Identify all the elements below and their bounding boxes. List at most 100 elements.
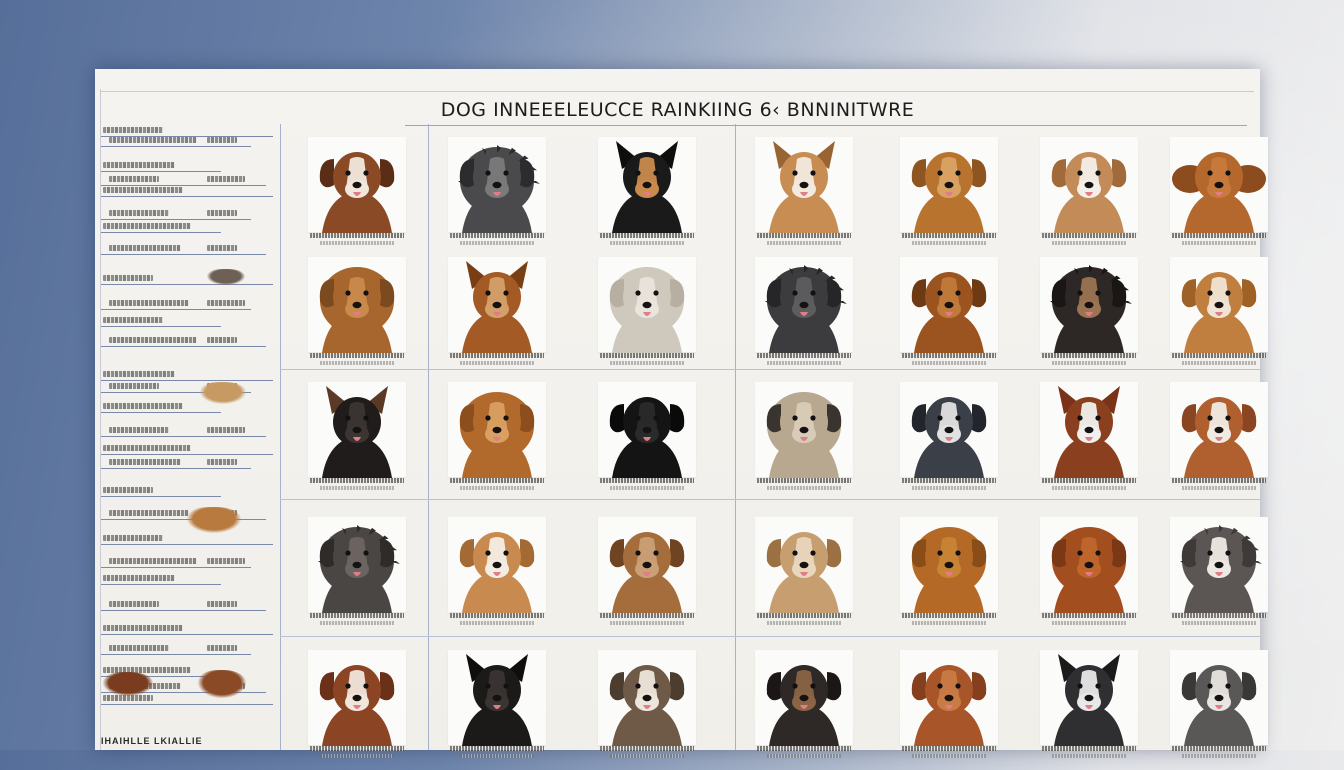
dog-cell[interactable]: [1020, 642, 1158, 770]
dog-cell[interactable]: [735, 642, 873, 770]
dog-cell[interactable]: [578, 129, 716, 257]
dog-cell[interactable]: [1020, 509, 1158, 637]
sidebar-footer-label: IHAIHLLE LKIALLIE: [101, 736, 203, 746]
sidebar-entry-text: [109, 601, 159, 607]
dog-cell[interactable]: [880, 249, 1018, 377]
dog-caption-subline: [460, 621, 534, 625]
dog-cell[interactable]: [880, 509, 1018, 637]
dog-portrait-icon: [1051, 527, 1127, 613]
sidebar-entry-text: [103, 403, 183, 409]
dog-caption-subline: [1052, 486, 1126, 490]
dog-caption-subline: [610, 754, 684, 758]
dog-portrait-icon: [911, 527, 987, 613]
dog-portrait-icon: [318, 525, 400, 613]
dog-cell[interactable]: [880, 374, 1018, 502]
dog-cell[interactable]: [288, 129, 426, 257]
dog-portrait-icon: [609, 532, 685, 613]
dog-portrait-icon: [766, 532, 842, 613]
sidebar-entry-value: [207, 645, 237, 651]
dog-portrait-icon: [911, 665, 987, 746]
dog-cell[interactable]: [578, 509, 716, 637]
dog-caption-smudge: [310, 746, 404, 751]
dog-cell[interactable]: [735, 374, 873, 502]
dog-cell[interactable]: [578, 374, 716, 502]
sidebar-entry-text: [109, 176, 159, 182]
sidebar-rule: [101, 326, 221, 327]
dog-portrait-icon: [766, 392, 842, 478]
dog-cell[interactable]: [428, 509, 566, 637]
dog-portrait-icon: [322, 386, 392, 478]
dog-cell[interactable]: [1150, 129, 1288, 257]
dog-portrait-icon: [319, 267, 395, 353]
dog-cell[interactable]: [578, 642, 716, 770]
dog-portrait-icon: [609, 665, 685, 746]
dog-caption-subline: [912, 361, 986, 365]
dog-cell[interactable]: [1150, 249, 1288, 377]
dog-caption-subline: [767, 754, 841, 758]
dog-cell[interactable]: [735, 249, 873, 377]
sidebar-entry-value: [207, 137, 237, 143]
sidebar-rule: [101, 634, 273, 635]
dog-portrait-icon: [1054, 654, 1124, 746]
dog-portrait-icon: [766, 665, 842, 746]
dog-cell[interactable]: [288, 642, 426, 770]
dog-caption-smudge: [757, 746, 851, 751]
dog-caption-subline: [912, 754, 986, 758]
dog-cell[interactable]: [880, 642, 1018, 770]
board-top-rule: [101, 91, 1254, 92]
sidebar-rule: [101, 309, 251, 310]
dog-cell[interactable]: [1150, 642, 1288, 770]
dog-grid: [280, 124, 1268, 758]
sidebar-entry-value: [207, 601, 237, 607]
dog-portrait-icon: [612, 141, 682, 233]
dog-portrait-icon: [1180, 525, 1262, 613]
sidebar-dog-thumbnail: [207, 269, 245, 285]
dog-cell[interactable]: [428, 374, 566, 502]
dog-portrait-icon: [1172, 152, 1266, 233]
dog-cell[interactable]: [288, 374, 426, 502]
sidebar-rule: [101, 496, 221, 497]
dog-caption-subline: [767, 241, 841, 245]
dog-caption-smudge: [1172, 746, 1266, 751]
ranking-sidebar: IHAIHLLE LKIALLIE: [95, 124, 280, 750]
dog-cell[interactable]: [735, 509, 873, 637]
sidebar-entry-text: [103, 317, 163, 323]
dog-cell[interactable]: [880, 129, 1018, 257]
dog-cell[interactable]: [735, 129, 873, 257]
dog-cell[interactable]: [1150, 374, 1288, 502]
dog-cell[interactable]: [288, 509, 426, 637]
grid-column-divider: [280, 124, 281, 750]
dog-caption-subline: [1052, 361, 1126, 365]
dog-caption-subline: [610, 361, 684, 365]
dog-caption-smudge: [600, 233, 694, 238]
dog-cell[interactable]: [1020, 374, 1158, 502]
dog-caption-smudge: [757, 233, 851, 238]
sidebar-dog-thumbnail: [187, 507, 241, 533]
dog-portrait-icon: [765, 265, 847, 353]
dog-cell[interactable]: [288, 249, 426, 377]
dog-caption-smudge: [450, 746, 544, 751]
sidebar-entry-value: [207, 558, 245, 564]
dog-cell[interactable]: [1150, 509, 1288, 637]
dog-caption-subline: [1182, 621, 1256, 625]
sidebar-rule: [101, 171, 221, 172]
sidebar-rule: [101, 380, 273, 381]
dog-cell[interactable]: [428, 642, 566, 770]
dog-caption-subline: [610, 241, 684, 245]
sidebar-rule: [101, 704, 273, 705]
dog-caption-smudge: [600, 353, 694, 358]
dog-cell[interactable]: [578, 249, 716, 377]
sidebar-entry-value: [207, 210, 237, 216]
dog-portrait-icon: [459, 532, 535, 613]
dog-cell[interactable]: [428, 249, 566, 377]
dog-cell[interactable]: [1020, 129, 1158, 257]
dog-cell[interactable]: [428, 129, 566, 257]
dog-cell[interactable]: [1020, 249, 1158, 377]
sidebar-entry-text: [109, 383, 159, 389]
dog-caption-smudge: [1172, 613, 1266, 618]
dog-caption-smudge: [310, 353, 404, 358]
dog-portrait-icon: [609, 267, 685, 353]
sidebar-dog-thumbnail: [200, 382, 246, 404]
dog-caption-subline: [320, 241, 394, 245]
dog-portrait-icon: [459, 392, 535, 478]
